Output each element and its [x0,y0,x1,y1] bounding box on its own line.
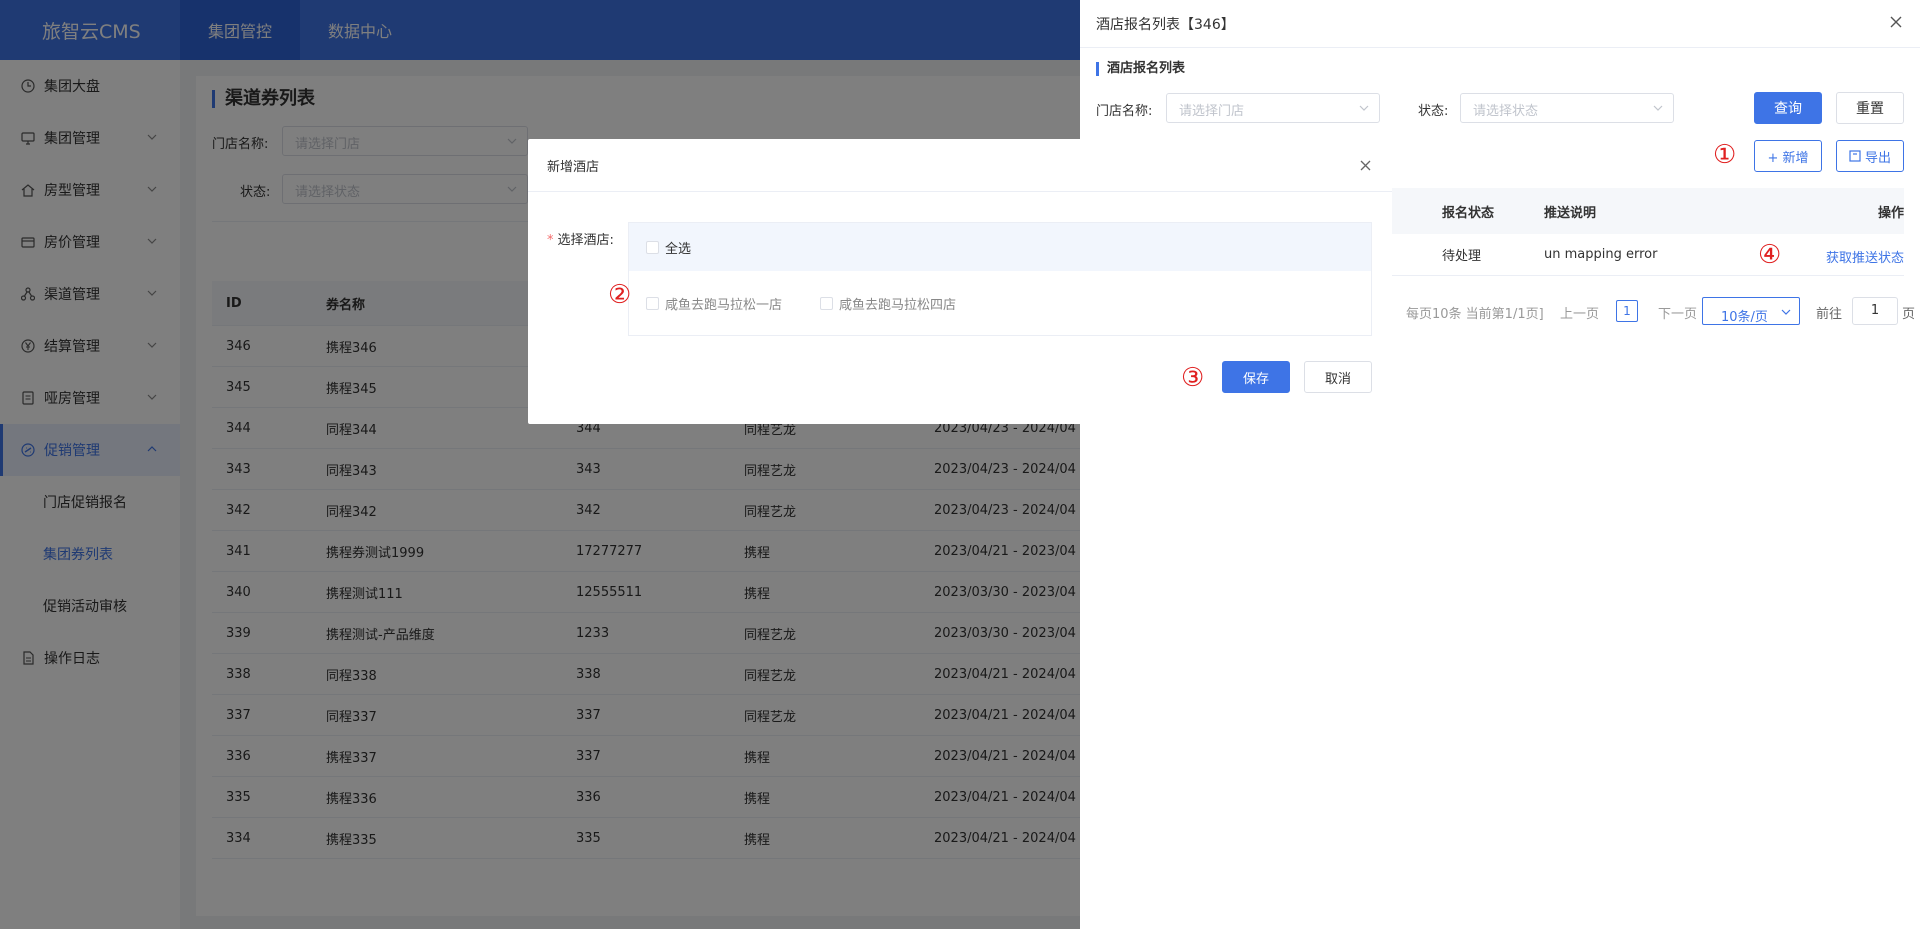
drawer-status-label: 状态: [1418,104,1449,119]
drawer-status-placeholder: 请选择状态 [1473,104,1539,119]
drawer-status-select[interactable]: 请选择状态 [1460,93,1674,123]
cell-status: 待处理 [1442,249,1482,264]
select-hotel-label-text: 选择酒店: [557,233,614,248]
query-button[interactable]: 查询 [1754,92,1822,124]
pager-page-unit: 页 [1902,307,1916,322]
cancel-button[interactable]: 取消 [1304,361,1372,393]
hotel-checkbox[interactable] [646,296,659,310]
callout-2: ② [608,280,632,310]
close-icon[interactable] [1359,159,1372,172]
drawer-divider [1080,47,1920,48]
cell-note: un mapping error [1544,247,1658,262]
select-all-row[interactable]: 全选 [629,223,1371,271]
pager-next[interactable]: 下一页 [1658,303,1697,322]
hotel-option[interactable]: 咸鱼去跑马拉松一店 [646,294,782,313]
modal-divider [528,191,1392,192]
hotel-option[interactable]: 咸鱼去跑马拉松四店 [820,294,956,313]
col-actions: 操作 [1877,205,1904,221]
callout-3: ③ [1181,363,1205,393]
pager-prev[interactable]: 上一页 [1560,303,1599,322]
export-icon [1849,150,1861,162]
select-all-label: 全选 [665,241,692,257]
close-icon[interactable] [1888,14,1904,30]
add-hotel-modal: 新增酒店 * 选择酒店: 全选 咸鱼去跑马拉松一店 咸鱼去跑马拉松四店 ② ③ 保… [528,139,1392,424]
section-title: 酒店报名列表 [1096,62,1185,76]
required-mark: * [547,233,554,248]
pager-summary: 每页10条 当前第1/1页] [1406,307,1544,322]
drawer-title: 酒店报名列表【346】 [1096,17,1235,33]
pager-goto-input[interactable]: 1 [1852,297,1898,325]
callout-1: ① [1713,140,1737,170]
select-hotel-label: * 选择酒店: [547,229,614,248]
export-button-label: 导出 [1864,150,1891,166]
reset-button[interactable]: 重置 [1836,92,1904,124]
modal-title: 新增酒店 [547,160,600,175]
hotel-checkbox-group: 全选 咸鱼去跑马拉松一店 咸鱼去跑马拉松四店 [628,222,1372,336]
hotel-checkbox[interactable] [820,296,834,310]
hotel-option-label: 咸鱼去跑马拉松一店 [665,297,783,313]
export-button[interactable]: 导出 [1836,140,1904,172]
chevron-down-icon [1359,105,1369,111]
drawer-store-select[interactable]: 请选择门店 [1166,93,1380,123]
save-button[interactable]: 保存 [1222,361,1290,393]
drawer-store-label: 门店名称: [1096,104,1153,119]
callout-4: ④ [1758,239,1782,270]
col-push-note: 推送说明 [1544,205,1597,221]
chevron-down-icon [1653,105,1663,111]
chevron-down-icon [1781,309,1791,315]
add-button[interactable]: + 新增 [1754,140,1822,172]
select-all-checkbox[interactable] [646,240,659,254]
hotel-options: 咸鱼去跑马拉松一店 咸鱼去跑马拉松四店 [629,271,1371,335]
pager-current-page[interactable]: 1 [1616,300,1638,322]
col-signup-status: 报名状态 [1442,205,1495,221]
page-size-value: 10条/页 [1721,310,1768,325]
hotel-option-label: 咸鱼去跑马拉松四店 [839,297,957,313]
pager-goto-label: 前往 [1816,307,1843,322]
get-push-status-link[interactable]: 获取推送状态 [1826,247,1904,266]
drawer-store-placeholder: 请选择门店 [1179,104,1245,119]
page-size-select[interactable]: 10条/页 [1702,297,1800,325]
